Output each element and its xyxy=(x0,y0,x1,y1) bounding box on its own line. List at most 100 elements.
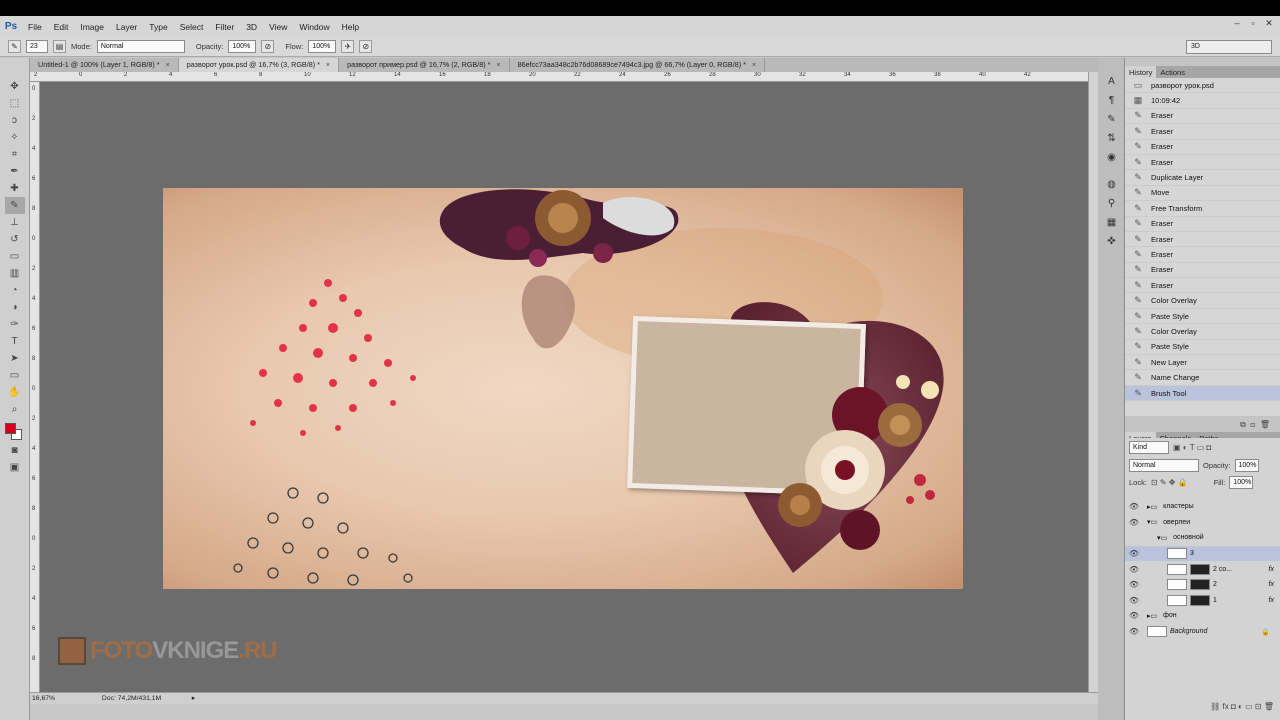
character-panel-icon[interactable]: A xyxy=(1098,72,1125,91)
close-tab-icon[interactable]: × xyxy=(166,60,170,69)
visibility-eye-icon[interactable]: 👁 xyxy=(1125,518,1143,527)
status-menu-arrow-icon[interactable]: ▸ xyxy=(192,695,195,702)
history-item[interactable]: ✎ New Layer xyxy=(1125,355,1280,371)
adjustment-layer-icon[interactable]: ◐ xyxy=(1238,702,1243,711)
menu-file[interactable]: File xyxy=(22,22,48,32)
layer-style-icon[interactable]: fx xyxy=(1222,702,1228,711)
marquee-tool-icon[interactable]: ⬚ xyxy=(5,95,25,112)
history-item[interactable]: ✎ Paste Style xyxy=(1125,340,1280,356)
gradient-tool-icon[interactable]: ▥ xyxy=(5,265,25,282)
menu-type[interactable]: Type xyxy=(143,22,173,32)
flow-input[interactable]: 100% xyxy=(308,40,337,53)
mode-select[interactable]: Normal xyxy=(96,40,185,53)
zoom-level[interactable]: 16,67% xyxy=(30,693,88,704)
history-item[interactable]: ✎ Free Transform xyxy=(1125,201,1280,217)
history-item[interactable]: ✎ Name Change xyxy=(1125,370,1280,386)
history-item[interactable]: ✎ Eraser xyxy=(1125,140,1280,155)
layer-row[interactable]: 👁 3 xyxy=(1125,545,1280,562)
history-item[interactable]: ✎ Eraser xyxy=(1125,232,1280,248)
tab-document-2[interactable]: разворот урок.psd @ 16,7% (3, RGB/8) * × xyxy=(178,58,340,72)
menu-help[interactable]: Help xyxy=(336,22,365,32)
pressure-opacity-icon[interactable]: ⊘ xyxy=(261,40,275,53)
pressure-size-icon[interactable]: ⊘ xyxy=(359,40,373,53)
layer-row[interactable]: 👁 2 fx xyxy=(1125,577,1280,593)
visibility-eye-icon[interactable]: 👁 xyxy=(1125,565,1143,574)
minimize-button[interactable]: – xyxy=(1230,17,1244,29)
history-item[interactable]: ✎ Eraser xyxy=(1125,109,1280,125)
visibility-eye-icon[interactable]: 👁 xyxy=(1125,502,1143,511)
history-item[interactable]: ✎ Paste Style xyxy=(1125,309,1280,325)
pen-tool-icon[interactable]: ✑ xyxy=(5,316,25,333)
path-select-tool-icon[interactable]: ➤ xyxy=(5,350,25,367)
move-tool-icon[interactable]: ✥ xyxy=(5,78,25,95)
brush-tool-icon[interactable]: ✎ xyxy=(4,197,25,214)
visibility-eye-icon[interactable]: 👁 xyxy=(1125,549,1143,558)
history-item[interactable]: ✎ Eraser xyxy=(1125,217,1280,232)
new-document-from-state-icon[interactable]: ⧉ xyxy=(1240,420,1246,429)
blend-mode-select[interactable]: Normal xyxy=(1129,459,1199,472)
new-layer-icon[interactable]: ⊡ xyxy=(1255,702,1262,711)
menu-view[interactable]: View xyxy=(263,22,293,32)
visibility-eye-icon[interactable]: 👁 xyxy=(1125,596,1143,605)
history-item[interactable]: ✎ Color Overlay xyxy=(1125,293,1280,309)
navigator-panel-icon[interactable]: ◉ xyxy=(1098,148,1125,167)
healing-tool-icon[interactable]: ✚ xyxy=(5,180,25,197)
dodge-tool-icon[interactable]: ◑ xyxy=(5,299,25,316)
layer-mask-thumbnail[interactable] xyxy=(1190,594,1210,606)
history-snapshot[interactable]: ▭ разворот урок.psd xyxy=(1125,78,1280,94)
brush-tool-preset-icon[interactable]: ✎ xyxy=(8,40,21,53)
tab-document-1[interactable]: Untitled-1 @ 100% (Layer 1, RGB/8) * × xyxy=(30,58,179,72)
brush-panel-toggle-icon[interactable]: ▤ xyxy=(53,40,66,53)
workspace-select[interactable]: 3D xyxy=(1186,40,1272,54)
filter-kind-select[interactable]: Kind xyxy=(1129,441,1169,454)
history-item[interactable]: ✎ Brush Tool xyxy=(1125,385,1280,402)
layer-row[interactable]: 👁 1 fx xyxy=(1125,593,1280,609)
layer-fx-icon[interactable]: fx xyxy=(1269,581,1274,588)
close-button[interactable]: ✕ xyxy=(1262,17,1276,29)
restore-button[interactable]: ▫ xyxy=(1246,17,1260,29)
visibility-eye-icon[interactable]: 👁 xyxy=(1125,627,1143,636)
layer-opacity-input[interactable]: 100% xyxy=(1234,459,1259,472)
history-snapshot-time[interactable]: ▦ 10:09:42 xyxy=(1125,93,1280,109)
blur-tool-icon[interactable]: ◔ xyxy=(5,282,25,299)
history-item[interactable]: ✎ Duplicate Layer xyxy=(1125,170,1280,186)
link-layers-icon[interactable]: ⛓ xyxy=(1210,702,1220,711)
foreground-color-swatch[interactable] xyxy=(5,423,16,434)
fill-input[interactable]: 100% xyxy=(1229,476,1254,489)
clone-stamp-tool-icon[interactable]: ⊥ xyxy=(5,214,25,231)
menu-layer[interactable]: Layer xyxy=(110,22,143,32)
lock-icons[interactable]: ⊡ ✎ ✥ 🔒 xyxy=(1151,478,1188,487)
zoom-tool-icon[interactable]: ⌕ xyxy=(5,401,25,418)
tab-document-4[interactable]: 86efcc73aa348c2b76d08689ce7494c3.jpg @ 6… xyxy=(510,58,766,72)
new-group-icon[interactable]: ▭ xyxy=(1245,702,1253,711)
delete-state-icon[interactable]: 🗑 xyxy=(1260,420,1270,429)
visibility-eye-icon[interactable]: 👁 xyxy=(1125,580,1143,589)
layer-group-row[interactable]: ▾ ▭ основной xyxy=(1125,530,1280,546)
menu-select[interactable]: Select xyxy=(174,22,210,32)
history-item[interactable]: ✎ Move xyxy=(1125,186,1280,202)
quick-mask-icon[interactable]: ◙ xyxy=(5,442,25,459)
adjustments-panel-icon[interactable]: ⇅ xyxy=(1098,129,1125,148)
type-tool-icon[interactable]: T xyxy=(5,333,25,350)
clone-source-panel-icon[interactable]: ⚲ xyxy=(1098,194,1125,213)
layer-fx-icon[interactable]: fx xyxy=(1269,566,1274,573)
layer-row[interactable]: 👁 Background 🔒 xyxy=(1125,624,1280,640)
doc-size[interactable]: Doc: 74,2M/431,1M xyxy=(90,693,190,704)
history-item[interactable]: ✎ Eraser xyxy=(1125,263,1280,279)
crop-tool-icon[interactable]: ⌗ xyxy=(5,146,25,163)
close-tab-icon[interactable]: × xyxy=(326,60,330,69)
lasso-tool-icon[interactable]: ↄ xyxy=(5,112,25,129)
hand-tool-icon[interactable]: ✋ xyxy=(5,384,25,401)
delete-layer-icon[interactable]: 🗑 xyxy=(1264,702,1274,711)
history-brush-tool-icon[interactable]: ↺ xyxy=(5,231,25,248)
filter-icons[interactable]: ▣ ◐ T ▭ ◘ xyxy=(1173,443,1211,452)
shape-tool-icon[interactable]: ▭ xyxy=(5,367,25,384)
history-item[interactable]: ✎ Color Overlay xyxy=(1125,324,1280,340)
layer-row[interactable]: 👁 2 co... fx xyxy=(1125,561,1280,577)
layer-group-row[interactable]: 👁 ▾ ▭ оверлеи xyxy=(1125,515,1280,531)
styles-panel-icon[interactable]: ▦ xyxy=(1098,213,1125,232)
history-item[interactable]: ✎ Eraser xyxy=(1125,155,1280,171)
layer-group-row[interactable]: 👁 ▸ ▭ фон xyxy=(1125,608,1280,624)
paragraph-panel-icon[interactable]: ¶ xyxy=(1098,91,1125,110)
info-panel-icon[interactable]: ◍ xyxy=(1098,175,1125,194)
